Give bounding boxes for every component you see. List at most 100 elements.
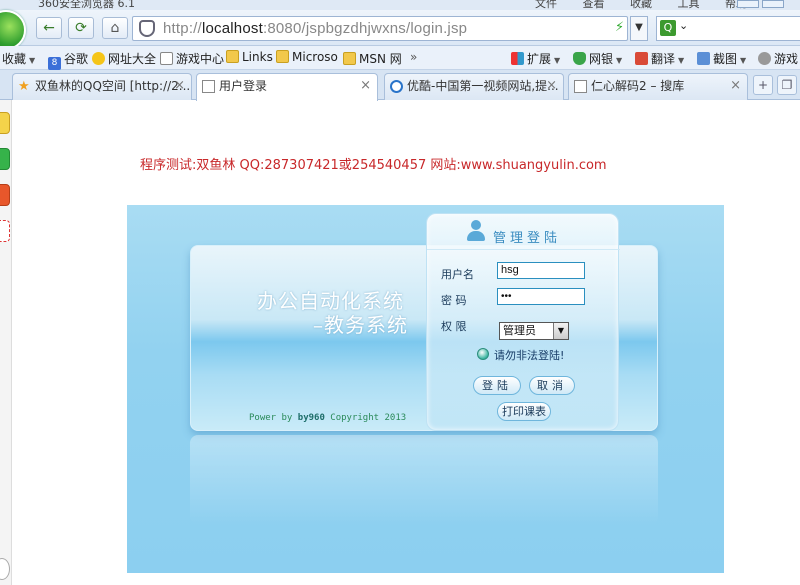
translate-icon <box>635 52 648 65</box>
extensions-menu[interactable]: 扩展 ▼ <box>511 50 560 67</box>
back-arrow-icon: ← <box>43 20 55 36</box>
title-bar: 360安全浏览器 6.1 文件 查看 收藏 工具 帮助 <box>0 0 800 10</box>
minimize-button[interactable] <box>737 0 759 8</box>
login-title: 管理登陆 <box>493 231 562 246</box>
star-icon: ★ <box>18 79 30 94</box>
online-banking-menu[interactable]: 网银 ▼ <box>573 50 622 67</box>
notes-sidebar-icon[interactable] <box>0 220 10 242</box>
window-title: 360安全浏览器 6.1 <box>38 0 135 10</box>
cancel-button[interactable]: 取消 <box>529 376 575 395</box>
tab-qq-space-title: 双鱼林的QQ空间 [http://2... <box>35 79 191 93</box>
bookmark-microsoft-label: Microso <box>292 50 338 64</box>
bookmark-games[interactable]: 游戏中心 <box>160 50 224 67</box>
close-icon[interactable]: × <box>360 74 371 98</box>
chevron-down-icon: ▼ <box>554 56 561 65</box>
tab-qq-space[interactable]: ★ 双鱼林的QQ空间 [http://2... × <box>12 73 192 100</box>
bookmark-msn[interactable]: MSN 网 <box>343 50 402 67</box>
bookmark-google[interactable]: 8 谷歌 <box>48 50 88 70</box>
menu-view[interactable]: 查看 <box>583 0 605 10</box>
tab-soku-title: 仁心解码2 – 搜库 <box>591 79 685 93</box>
home-icon: ⌂ <box>110 20 120 36</box>
password-input[interactable]: ••• <box>497 288 585 305</box>
tab-list-button[interactable]: ❐ <box>777 75 797 95</box>
bookmark-hao360-label: 网址大全 <box>108 52 157 66</box>
games-label: 游戏 <box>774 52 799 66</box>
new-tab-button[interactable]: + <box>753 75 773 95</box>
search-box[interactable]: Q ⌄ <box>656 16 800 41</box>
copyright-prefix: Power by <box>249 413 293 423</box>
close-icon[interactable]: × <box>546 74 557 98</box>
chevron-down-icon[interactable]: ▼ <box>553 323 568 339</box>
search-engine-icon[interactable]: Q <box>660 20 676 36</box>
games-menu[interactable]: 游戏 <box>758 50 798 67</box>
close-icon[interactable]: × <box>174 74 185 98</box>
favorites-label: 收藏 <box>2 52 27 66</box>
bookmark-hao360[interactable]: 网址大全 <box>92 50 156 67</box>
settings-sidebar-icon[interactable] <box>0 558 10 580</box>
bookmarks-more-button[interactable]: » <box>410 50 417 64</box>
login-button[interactable]: 登陆 <box>473 376 521 395</box>
password-label: 密 码 <box>441 294 467 307</box>
role-select[interactable]: 管理员 ▼ <box>499 322 569 340</box>
menu-file[interactable]: 文件 <box>535 0 557 10</box>
url-text[interactable]: http://localhost:8080/jspbgzdhjwxns/logi… <box>163 20 467 37</box>
weibo-sidebar-icon[interactable] <box>0 184 10 206</box>
url-path: :8080/jspbgzdhjwxns/login.jsp <box>262 20 468 37</box>
screenshot-menu[interactable]: 截图 ▼ <box>697 50 746 67</box>
close-icon[interactable]: × <box>730 74 741 98</box>
login-warning: 请勿非法登陆! <box>494 349 565 362</box>
url-host: localhost <box>201 20 263 37</box>
search-engine-caret[interactable]: ⌄ <box>679 19 688 32</box>
username-label: 用户名 <box>441 268 474 281</box>
favorites-menu[interactable]: 收藏 ▼ <box>2 50 35 67</box>
translate-menu[interactable]: 翻译 ▼ <box>635 50 684 67</box>
folder-icon <box>276 50 289 63</box>
login-form: 管理登陆 用户名 hsg 密 码 ••• 权 限 管理员 ▼ 请勿非法登陆! 登… <box>426 213 620 431</box>
hao360-icon <box>92 52 105 65</box>
bookmark-links-label: Links <box>242 50 273 64</box>
page-icon <box>202 80 215 93</box>
system-subtitle: –教务系统 <box>313 313 408 337</box>
role-label: 权 限 <box>441 320 467 333</box>
google-icon: 8 <box>48 57 61 70</box>
page-icon <box>574 80 587 93</box>
chat-sidebar-icon[interactable] <box>0 148 10 170</box>
favorites-sidebar-icon[interactable] <box>0 112 10 134</box>
print-schedule-button[interactable]: 打印课表 <box>497 402 551 421</box>
test-notice: 程序测试:双鱼林 QQ:287307421或254540457 网站:www.s… <box>140 158 607 173</box>
refresh-button[interactable]: ⟳ <box>68 17 94 39</box>
copyright-suffix: Copyright 2013 <box>330 413 407 423</box>
username-input[interactable]: hsg <box>497 262 585 279</box>
online-banking-label: 网银 <box>589 52 614 66</box>
back-button[interactable]: ← <box>36 17 62 39</box>
browser-logo-icon[interactable] <box>0 10 26 50</box>
user-icon <box>467 220 485 242</box>
bookmark-links[interactable]: Links <box>226 50 273 64</box>
bookmark-microsoft[interactable]: Microso <box>276 50 338 64</box>
maximize-button[interactable] <box>762 0 784 8</box>
menu-bar: 文件 查看 收藏 工具 帮助 <box>535 0 769 10</box>
tab-user-login[interactable]: 用户登录 × <box>196 73 378 101</box>
chevron-down-icon: ▼ <box>740 56 747 65</box>
chevron-down-icon: ▼ <box>29 56 36 65</box>
tab-youku[interactable]: 优酷-中国第一视频网站,提... × <box>384 73 564 100</box>
plus-icon: + <box>757 78 769 92</box>
bookmarks-bar: 收藏 ▼ 8 谷歌 网址大全 游戏中心 Links Microso MSN 网 » … <box>0 46 800 70</box>
menu-tools[interactable]: 工具 <box>678 0 700 10</box>
extensions-label: 扩展 <box>527 52 552 66</box>
home-button[interactable]: ⌂ <box>102 17 128 39</box>
tab-soku[interactable]: 仁心解码2 – 搜库 × <box>568 73 748 100</box>
windows-icon: ❐ <box>781 78 793 92</box>
security-shield-icon <box>139 20 155 37</box>
speed-mode-icon[interactable]: ⚡ <box>615 20 624 35</box>
banner-reflection <box>190 435 658 525</box>
info-icon <box>477 348 489 360</box>
tab-strip: ★ 双鱼林的QQ空间 [http://2... × 用户登录 × 优酷-中国第一… <box>0 70 800 101</box>
address-dropdown-button[interactable]: ▼ <box>630 16 648 41</box>
menu-favorites[interactable]: 收藏 <box>630 0 652 10</box>
bookmark-google-label: 谷歌 <box>64 52 89 66</box>
address-bar[interactable]: http://localhost:8080/jspbgzdhjwxns/logi… <box>132 16 628 41</box>
tab-youku-title: 优酷-中国第一视频网站,提... <box>407 79 559 93</box>
url-scheme: http:// <box>163 20 202 37</box>
navigation-bar: ← ⟳ ⌂ http://localhost:8080/jspbgzdhjwxn… <box>0 10 800 50</box>
